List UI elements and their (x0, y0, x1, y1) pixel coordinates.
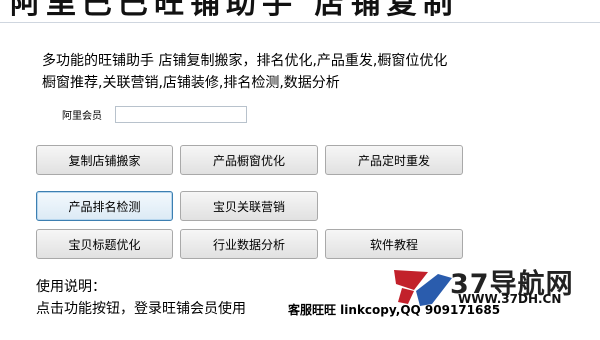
copy-shop-button[interactable]: 复制店铺搬家 (36, 145, 173, 175)
member-input[interactable] (115, 106, 247, 123)
industry-data-button[interactable]: 行业数据分析 (180, 229, 318, 259)
usage-title: 使用说明： (36, 279, 106, 295)
37dh-logo-icon (394, 270, 452, 306)
header-divider (0, 22, 600, 23)
title-banner: 阿里巴巴旺铺助手 店铺复制 (0, 0, 600, 22)
watermark-url: WWW.37DH.CN (458, 292, 562, 306)
window-optimize-button[interactable]: 产品橱窗优化 (180, 145, 318, 175)
rank-check-button[interactable]: 产品排名检测 (36, 191, 173, 221)
intro-text: 多功能的旺铺助手 店铺复制搬家，排名优化,产品重发,橱窗位优化 橱窗推荐,关联营… (42, 50, 582, 94)
intro-line-1: 多功能的旺铺助手 店铺复制搬家，排名优化,产品重发,橱窗位优化 (42, 53, 448, 69)
tutorial-button[interactable]: 软件教程 (325, 229, 463, 259)
intro-line-2: 橱窗推荐,关联营销,店铺装修,排名检测,数据分析 (42, 75, 340, 91)
usage-text: 点击功能按钮，登录旺铺会员使用 (36, 301, 246, 317)
app-window: 阿里巴巴旺铺助手 店铺复制 多功能的旺铺助手 店铺复制搬家，排名优化,产品重发,… (0, 0, 600, 340)
banner-title: 阿里巴巴旺铺助手 店铺复制 (10, 0, 459, 21)
title-optimize-button[interactable]: 宝贝标题优化 (36, 229, 173, 259)
related-marketing-button[interactable]: 宝贝关联营销 (180, 191, 318, 221)
watermark: 37导航网 WWW.37DH.CN (392, 262, 597, 310)
member-label: 阿里会员 (62, 111, 102, 122)
scheduled-repost-button[interactable]: 产品定时重发 (325, 145, 463, 175)
